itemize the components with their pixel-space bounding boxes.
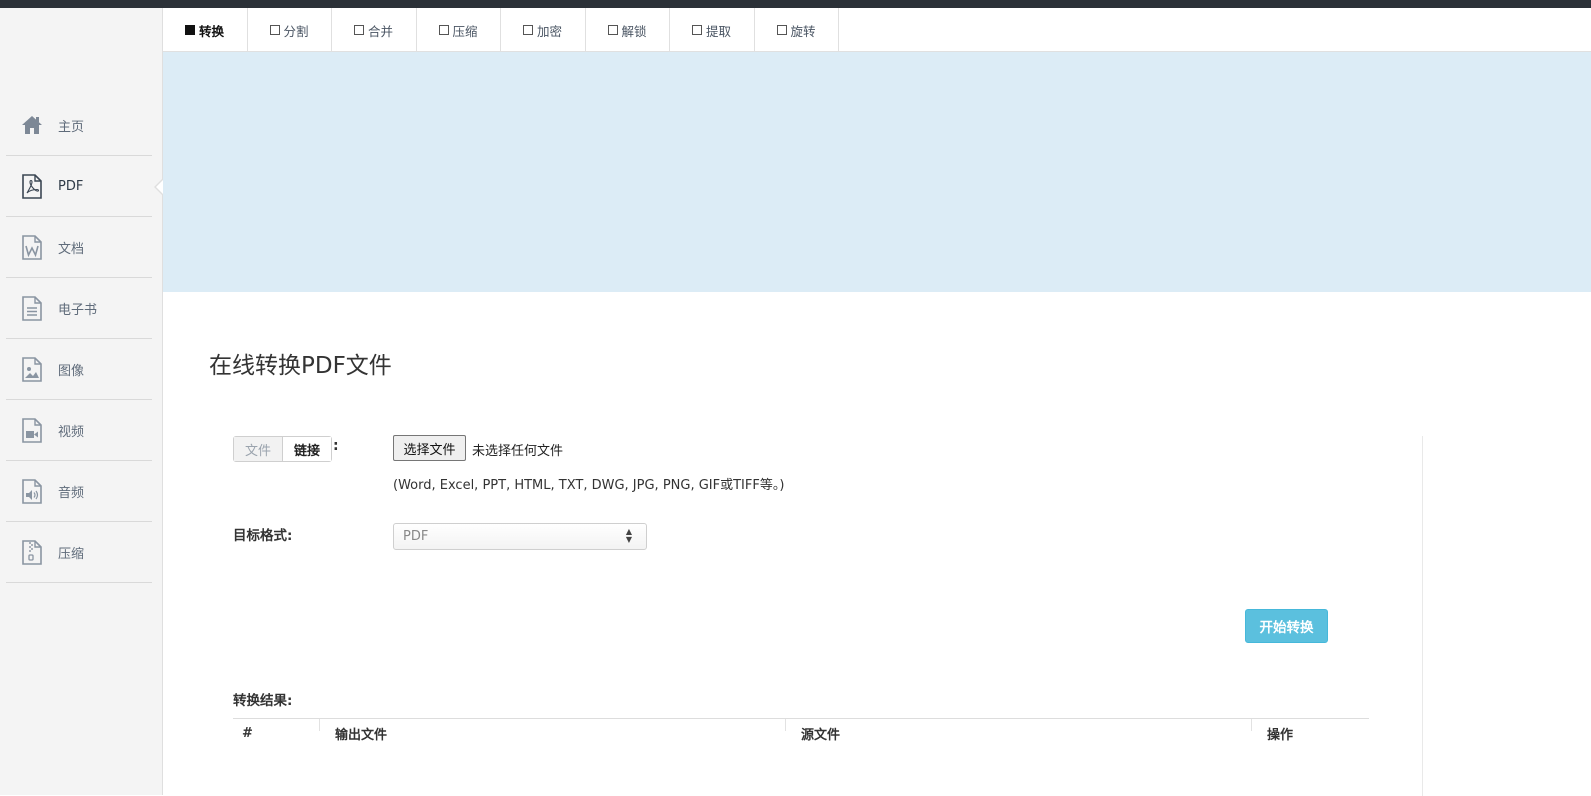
sidebar-item-label: 视频	[58, 424, 85, 440]
target-format-value: PDF	[403, 529, 429, 544]
tab-label: 加密	[537, 23, 563, 39]
results-label: 转换结果:	[233, 693, 293, 709]
archive-file-icon	[20, 539, 44, 565]
pdf-file-icon	[20, 173, 44, 199]
sidebar-item-video[interactable]: 视频	[6, 400, 152, 461]
sidebar-item-documents[interactable]: 文档	[6, 217, 152, 278]
home-icon	[20, 112, 44, 138]
tab-rotate[interactable]: 旋转	[755, 8, 839, 52]
tab-compress[interactable]: 压缩	[417, 8, 501, 52]
checkbox-empty-icon	[523, 25, 533, 35]
tab-label: 提取	[706, 23, 732, 39]
table-header-row: # 输出文件 源文件 操作	[233, 718, 1369, 749]
sidebar-item-label: 主页	[58, 119, 85, 135]
checkbox-empty-icon	[692, 25, 702, 35]
checkbox-empty-icon	[269, 25, 280, 35]
image-file-icon	[20, 356, 44, 382]
source-toggle: 文件 链接	[233, 436, 332, 462]
file-status-text: 未选择任何文件	[472, 444, 564, 459]
tab-label: 解锁	[621, 23, 647, 39]
checkbox-empty-icon	[776, 25, 787, 35]
target-format-select[interactable]: PDF ▲ ▼	[393, 523, 647, 550]
sidebar-item-image[interactable]: 图像	[6, 339, 152, 400]
start-convert-button[interactable]: 开始转换	[1245, 609, 1328, 643]
tab-split[interactable]: 分割	[248, 8, 332, 52]
sidebar-item-label: 文档	[58, 241, 85, 257]
results-table: # 输出文件 源文件 操作	[233, 718, 1369, 749]
sidebar-item-label: PDF	[58, 178, 84, 194]
tab-label: 转换	[199, 23, 225, 39]
tab-convert[interactable]: 转换	[163, 8, 248, 52]
sidebar-item-ebook[interactable]: 电子书	[6, 278, 152, 339]
sidebar-item-archive[interactable]: 压缩	[6, 522, 152, 583]
column-index-header: #	[233, 718, 319, 749]
supported-formats-hint: (Word, Excel, PPT, HTML, TXT, DWG, JPG, …	[393, 478, 785, 493]
select-arrows-icon: ▲ ▼	[625, 527, 632, 544]
banner-area	[163, 52, 1591, 292]
source-file-toggle[interactable]: 文件	[234, 437, 283, 461]
tool-tabs: 转换 分割 合并 压缩 加密 解锁 提取 旋转	[163, 8, 1591, 52]
column-actions-header: 操作	[1251, 718, 1369, 749]
sidebar-item-label: 电子书	[58, 302, 98, 318]
sidebar-item-label: 图像	[58, 363, 85, 379]
sidebar-item-home[interactable]: 主页	[6, 95, 152, 156]
tab-merge[interactable]: 合并	[332, 8, 417, 52]
source-link-toggle[interactable]: 链接	[283, 437, 331, 461]
sidebar-nav: 主页 PDF 文档 电子书 图像 视频 音频 压缩	[6, 95, 167, 583]
checkbox-empty-icon	[607, 25, 618, 35]
audio-file-icon	[20, 478, 44, 504]
column-output-file-header: 输出文件	[319, 718, 785, 749]
top-bar	[0, 0, 1591, 8]
choose-file-button[interactable]: 选择文件	[393, 435, 466, 461]
checkbox-empty-icon	[354, 25, 364, 35]
checkbox-empty-icon	[438, 25, 449, 35]
tab-unlock[interactable]: 解锁	[586, 8, 670, 52]
sidebar-item-pdf[interactable]: PDF	[6, 156, 167, 217]
checkbox-filled-icon	[185, 25, 195, 35]
word-document-icon	[20, 234, 44, 260]
page-title: 在线转换PDF文件	[209, 353, 392, 379]
ebook-icon	[20, 295, 44, 321]
source-colon: :	[333, 438, 339, 454]
target-format-label: 目标格式:	[233, 528, 293, 544]
tab-encrypt[interactable]: 加密	[501, 8, 586, 52]
column-source-file-header: 源文件	[785, 718, 1251, 749]
sidebar-item-audio[interactable]: 音频	[6, 461, 152, 522]
conversion-form: 文件 链接 : 选择文件 未选择任何文件 (Word, Excel, PPT, …	[209, 435, 1423, 796]
sidebar: 主页 PDF 文档 电子书 图像 视频 音频 压缩	[0, 8, 167, 795]
tab-label: 压缩	[452, 23, 478, 39]
tab-label: 合并	[368, 23, 394, 39]
tab-label: 旋转	[790, 23, 816, 39]
video-file-icon	[20, 417, 44, 443]
sidebar-item-label: 音频	[58, 485, 85, 501]
tab-label: 分割	[283, 23, 309, 39]
sidebar-item-label: 压缩	[58, 546, 85, 562]
tab-extract[interactable]: 提取	[670, 8, 755, 52]
